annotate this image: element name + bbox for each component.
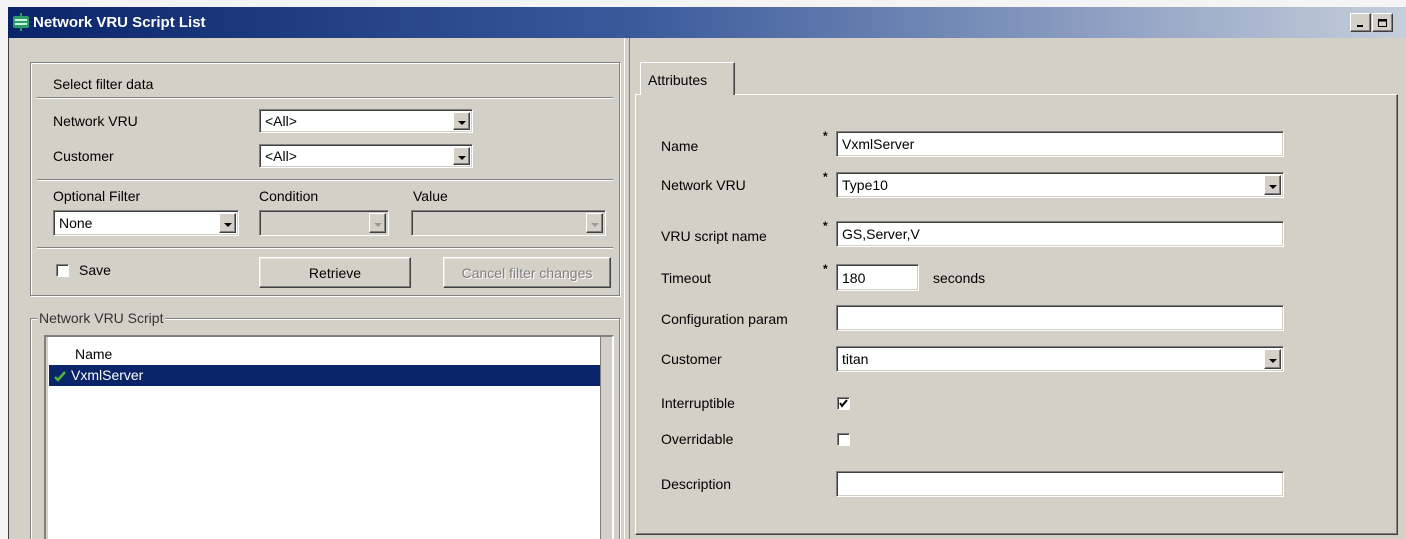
attributes-panel: Name * VxmlServer Network VRU * Type10 V… xyxy=(635,94,1398,535)
vru-script-name-label: VRU script name xyxy=(661,228,767,244)
script-list-body: Name VxmlServer xyxy=(48,337,601,539)
divider xyxy=(37,179,613,181)
customer-filter-select[interactable]: <All> xyxy=(259,144,473,168)
optional-filter-value: None xyxy=(59,215,93,231)
name-value: VxmlServer xyxy=(842,136,915,152)
filter-panel: Select filter data Network VRU <All> Cus… xyxy=(30,62,620,296)
overridable-checkbox[interactable] xyxy=(837,433,850,446)
save-checkbox[interactable] xyxy=(56,264,69,277)
required-marker: * xyxy=(823,219,828,233)
chevron-down-icon xyxy=(1268,351,1277,367)
network-vru-value: Type10 xyxy=(842,177,888,193)
customer-filter-label: Customer xyxy=(53,148,114,164)
description-label: Description xyxy=(661,476,732,492)
vru-script-name-value: GS,Server,V xyxy=(842,226,920,242)
value-select[interactable] xyxy=(411,210,606,236)
customer-filter-value: <All> xyxy=(265,148,297,164)
panel-splitter[interactable] xyxy=(624,38,630,539)
configuration-param-label: Configuration param xyxy=(661,311,788,327)
dropdown-button[interactable] xyxy=(1264,175,1281,195)
network-vru-icon xyxy=(12,13,30,31)
filter-panel-title: Select filter data xyxy=(53,76,154,92)
dropdown-button[interactable] xyxy=(1264,349,1281,369)
dropdown-button[interactable] xyxy=(219,213,236,233)
network-vru-filter-value: <All> xyxy=(265,113,297,129)
network-vru-script-group: Network VRU Script Name VxmlServer xyxy=(30,310,620,539)
optional-filter-select[interactable]: None xyxy=(53,210,239,236)
chevron-down-icon xyxy=(1268,177,1277,193)
script-list[interactable]: Name VxmlServer xyxy=(44,335,614,539)
timeout-label: Timeout xyxy=(661,270,712,286)
interruptible-checkbox[interactable] xyxy=(837,397,850,410)
overridable-label: Overridable xyxy=(661,431,734,447)
green-check-icon xyxy=(54,369,66,385)
required-marker: * xyxy=(823,262,828,276)
timeout-unit: seconds xyxy=(933,270,986,286)
list-item-name: VxmlServer xyxy=(71,367,144,383)
vru-script-name-input[interactable]: GS,Server,V xyxy=(836,221,1284,247)
checkmark-icon xyxy=(839,399,848,408)
dropdown-button[interactable] xyxy=(586,213,603,233)
minimize-icon xyxy=(1356,15,1365,31)
network-vru-label: Network VRU xyxy=(661,177,746,193)
value-label: Value xyxy=(413,188,448,204)
customer-select[interactable]: titan xyxy=(836,346,1284,372)
description-input[interactable] xyxy=(836,471,1284,497)
screen: Network VRU Script List Select filter da… xyxy=(0,0,1406,539)
chevron-down-icon xyxy=(590,215,599,231)
chevron-down-icon xyxy=(457,148,466,164)
minimize-button[interactable] xyxy=(1350,13,1371,32)
network-vru-script-group-title: Network VRU Script xyxy=(37,310,166,326)
interruptible-label: Interruptible xyxy=(661,395,735,411)
chevron-down-icon xyxy=(373,215,382,231)
divider xyxy=(37,97,613,99)
retrieve-button-label: Retrieve xyxy=(308,264,362,281)
cancel-filter-changes-button[interactable]: Cancel filter changes xyxy=(443,257,611,288)
title-bar[interactable]: Network VRU Script List xyxy=(8,7,1406,38)
retrieve-button[interactable]: Retrieve xyxy=(259,257,411,288)
required-marker: * xyxy=(823,129,828,143)
tab-attributes[interactable]: Attributes xyxy=(640,62,735,95)
optional-filter-label: Optional Filter xyxy=(53,188,141,204)
timeout-value: 180 xyxy=(842,269,866,286)
window-title: Network VRU Script List xyxy=(33,14,206,31)
cancel-filter-changes-label: Cancel filter changes xyxy=(461,264,593,281)
condition-label: Condition xyxy=(259,188,319,204)
dropdown-button[interactable] xyxy=(453,147,470,165)
configuration-param-input[interactable] xyxy=(836,305,1284,331)
timeout-input[interactable]: 180 xyxy=(836,264,919,291)
network-vru-select[interactable]: Type10 xyxy=(836,172,1284,198)
maximize-button[interactable] xyxy=(1372,13,1393,32)
condition-select[interactable] xyxy=(259,210,389,236)
chevron-down-icon xyxy=(457,113,466,129)
dropdown-button[interactable] xyxy=(369,213,386,233)
network-vru-filter-select[interactable]: <All> xyxy=(259,109,473,133)
required-marker: * xyxy=(823,170,828,184)
divider xyxy=(37,247,613,249)
dropdown-button[interactable] xyxy=(453,112,470,130)
customer-label: Customer xyxy=(661,351,722,367)
name-label: Name xyxy=(661,138,699,154)
tab-attributes-label: Attributes xyxy=(648,72,708,88)
network-vru-filter-label: Network VRU xyxy=(53,113,138,129)
customer-value: titan xyxy=(842,351,869,367)
column-header-name[interactable]: Name xyxy=(75,346,112,362)
maximize-icon xyxy=(1377,15,1388,31)
chevron-down-icon xyxy=(223,215,232,231)
name-input[interactable]: VxmlServer xyxy=(836,131,1284,157)
save-label[interactable]: Save xyxy=(79,262,111,278)
list-item[interactable]: VxmlServer xyxy=(49,365,600,386)
